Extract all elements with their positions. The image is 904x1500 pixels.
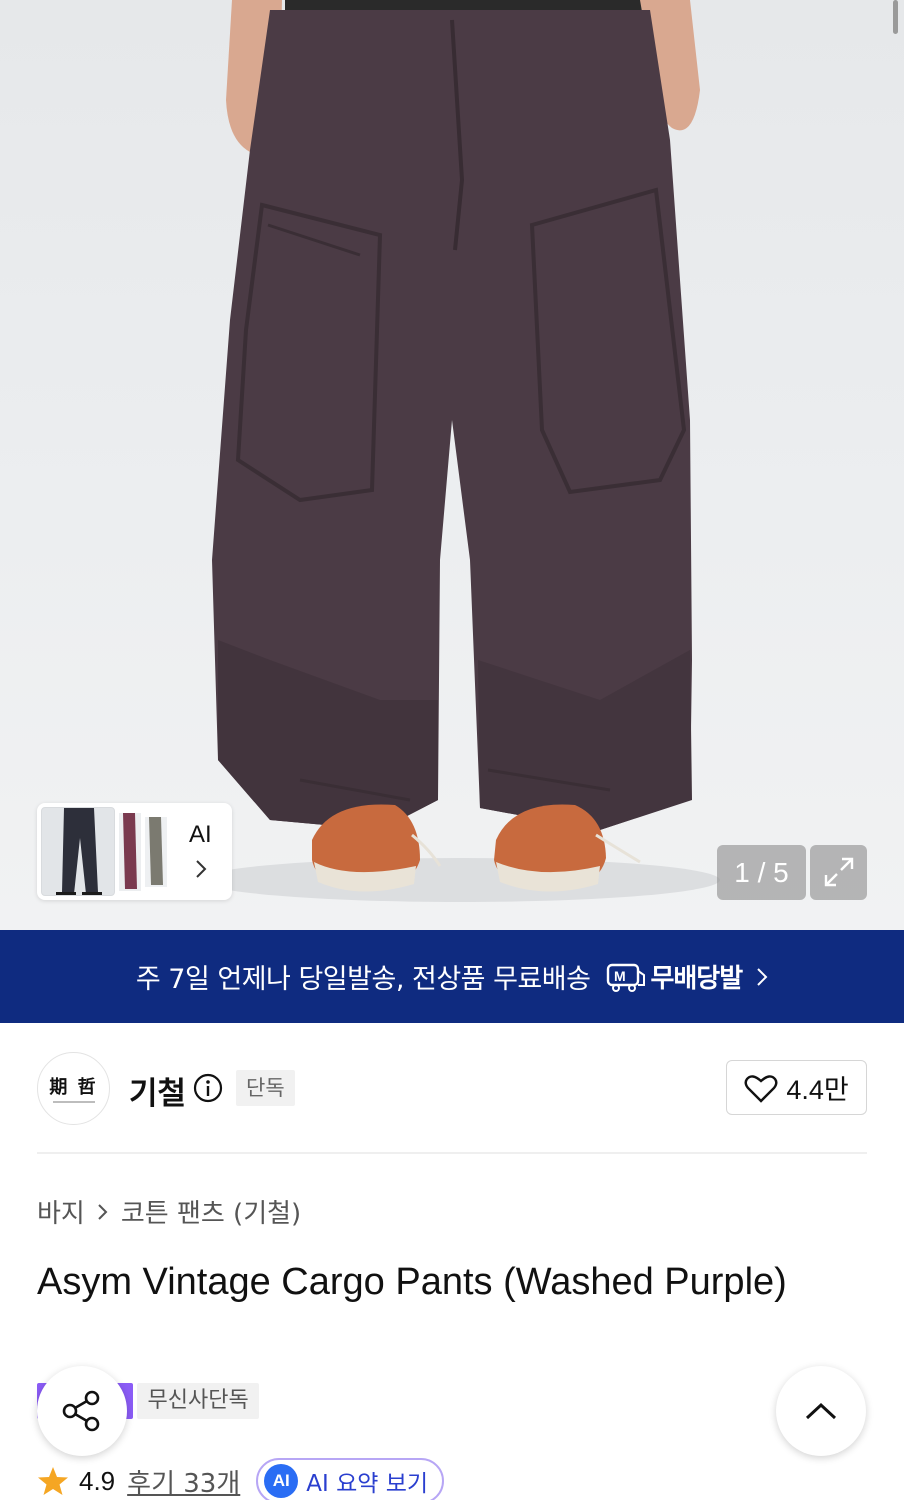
thumbnail-1[interactable] <box>41 807 115 896</box>
product-image-gallery[interactable]: AI 1 / 5 <box>0 0 904 930</box>
ai-summary-label: AI 요약 보기 <box>306 1471 429 1497</box>
chevron-up-icon <box>805 1402 837 1420</box>
service-name: 무배당발 <box>650 964 743 994</box>
info-icon[interactable] <box>192 1072 224 1104</box>
chevron-right-icon <box>98 1203 108 1220</box>
ai-summary-button[interactable]: AI AI 요약 보기 <box>256 1458 445 1500</box>
heart-icon <box>744 1074 778 1103</box>
ai-badge: AI <box>264 1464 299 1498</box>
truck-icon: M <box>607 963 646 992</box>
delivery-banner[interactable]: 주 7일 언제나 당일발송, 전상품 무료배송 M 무배당발 <box>0 930 904 1023</box>
exclusive-badge: 단독 <box>236 1070 295 1106</box>
brand-name[interactable]: 기철 <box>129 1068 186 1113</box>
service-logo: M 무배당발 <box>606 958 743 995</box>
review-count-link[interactable]: 후기 33개 <box>127 1463 240 1500</box>
product-photo <box>200 0 720 902</box>
star-icon <box>38 1467 68 1495</box>
image-counter: 1 / 5 <box>717 845 806 900</box>
thumbnail-2[interactable] <box>119 813 141 891</box>
expand-button[interactable] <box>810 845 867 900</box>
rating-score: 4.9 <box>79 1465 116 1496</box>
breadcrumb-item-pants[interactable]: 바지 <box>37 1193 85 1230</box>
thumbnail-1-image <box>56 808 102 895</box>
section-divider <box>37 1152 867 1154</box>
ai-thumbnail-card[interactable]: AI <box>37 803 232 900</box>
brand-logo[interactable]: 期 哲 <box>37 1052 110 1125</box>
thumbnail-3[interactable] <box>145 817 167 887</box>
breadcrumb-item-cotton-pants[interactable]: 코튼 팬츠 (기철) <box>121 1193 301 1230</box>
ai-label: AI <box>189 821 212 848</box>
expand-icon <box>824 857 854 887</box>
brand-logo-underline <box>53 1101 95 1103</box>
share-button[interactable] <box>37 1366 127 1456</box>
like-button[interactable]: 4.4만 <box>726 1060 867 1115</box>
thumbnail-2-image <box>123 813 137 889</box>
like-count: 4.4만 <box>786 1075 849 1105</box>
product-title: Asym Vintage Cargo Pants (Washed Purple) <box>37 1261 787 1303</box>
breadcrumb: 바지 코튼 팬츠 (기철) <box>37 1193 301 1230</box>
page-scrollbar[interactable] <box>893 0 898 34</box>
chevron-right-icon <box>196 860 207 878</box>
banner-text: 주 7일 언제나 당일발송, 전상품 무료배송 <box>135 964 591 995</box>
thumbnail-3-image <box>149 817 163 885</box>
svg-text:M: M <box>614 968 626 984</box>
share-icon <box>62 1390 100 1432</box>
chevron-right-icon <box>757 967 768 986</box>
brand-logo-text: 期 哲 <box>49 1077 98 1098</box>
rating-row: 4.9 후기 33개 AI AI 요약 보기 <box>37 1458 445 1500</box>
scroll-top-button[interactable] <box>776 1366 866 1456</box>
badge-musinsa-exclusive: 무신사단독 <box>137 1383 259 1419</box>
